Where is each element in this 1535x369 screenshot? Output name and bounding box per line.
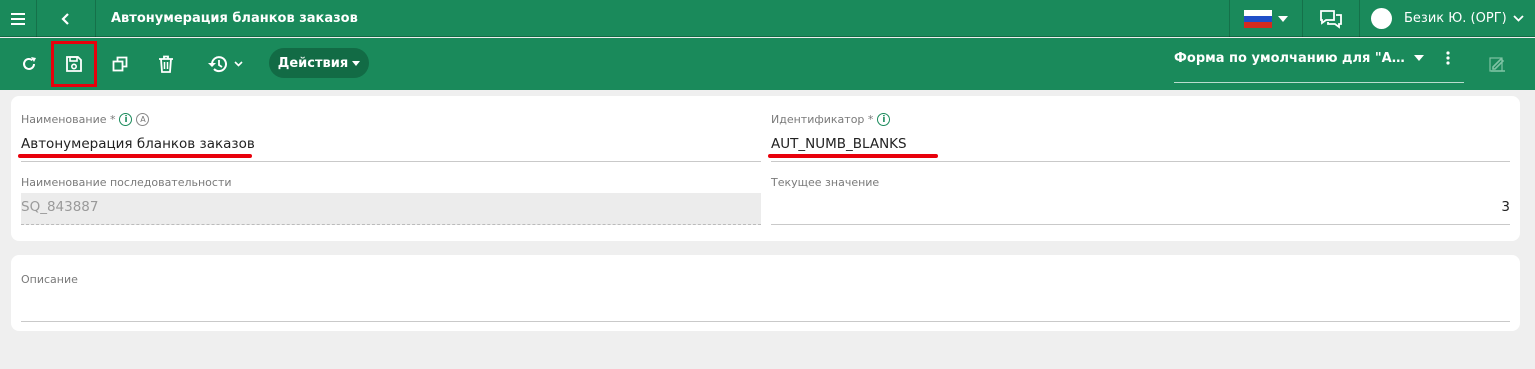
name-label-row: Наименование * i A <box>21 113 150 126</box>
actions-button[interactable]: Действия <box>269 48 369 78</box>
annotation-underline <box>18 154 252 158</box>
form-selector-label: Форма по умолчанию для "Автонумерация бл… <box>1174 51 1409 66</box>
caret-down-icon <box>1414 55 1424 61</box>
identifier-label: Идентификатор * <box>771 113 874 126</box>
name-label: Наименование * <box>21 113 116 126</box>
refresh-button[interactable] <box>12 38 46 90</box>
back-icon[interactable] <box>37 0 95 37</box>
description-card: Описание <box>11 255 1520 331</box>
copy-icon <box>112 56 128 72</box>
sequence-field-bg <box>21 193 761 225</box>
auto-translate-icon[interactable]: A <box>136 113 150 126</box>
sequence-label: Наименование последовательности <box>21 176 232 189</box>
annotation-underline <box>768 154 938 158</box>
chevron-down-icon <box>1278 15 1288 22</box>
avatar[interactable] <box>1371 8 1392 29</box>
actions-label: Действия <box>277 55 349 71</box>
refresh-icon <box>23 57 36 70</box>
page-title: Автонумерация бланков заказов <box>111 11 358 26</box>
caret-down-icon <box>352 60 361 66</box>
info-icon[interactable]: i <box>877 113 891 126</box>
edit-form-button[interactable] <box>1481 38 1515 90</box>
info-icon[interactable]: i <box>119 113 133 126</box>
more-vertical-icon <box>1446 51 1450 65</box>
trash-icon <box>159 55 173 73</box>
top-bar: Автонумерация бланков заказов Безик Ю. (… <box>0 0 1535 37</box>
current-value-label: Текущее значение <box>771 176 880 189</box>
user-name[interactable]: Безик Ю. (ОРГ) <box>1404 0 1507 37</box>
identifier-field[interactable]: AUT_NUMB_BLANKS <box>771 136 907 152</box>
language-selector[interactable] <box>1230 0 1302 37</box>
russia-flag-icon <box>1244 9 1272 28</box>
menu-icon[interactable] <box>0 0 36 37</box>
chevron-down-icon <box>233 61 243 67</box>
name-field[interactable]: Автонумерация бланков заказов <box>21 136 255 152</box>
sequence-field: SQ_843887 <box>21 199 99 215</box>
main-fields-card: Наименование * i A Автонумерация бланков… <box>11 96 1520 241</box>
delete-button[interactable] <box>149 38 183 90</box>
user-menu-chevron-icon[interactable] <box>1508 0 1528 37</box>
copy-button[interactable] <box>103 38 137 90</box>
edit-icon <box>1489 57 1505 72</box>
chat-icon[interactable] <box>1303 0 1359 37</box>
history-button[interactable] <box>200 38 250 90</box>
save-button-highlight <box>51 41 97 87</box>
identifier-label-row: Идентификатор * i <box>771 113 891 126</box>
current-value-field[interactable]: 3 <box>1491 199 1510 215</box>
description-label: Описание <box>21 273 78 286</box>
history-icon <box>207 56 227 73</box>
form-selector[interactable]: Форма по умолчанию для "Автонумерация бл… <box>1174 45 1464 83</box>
